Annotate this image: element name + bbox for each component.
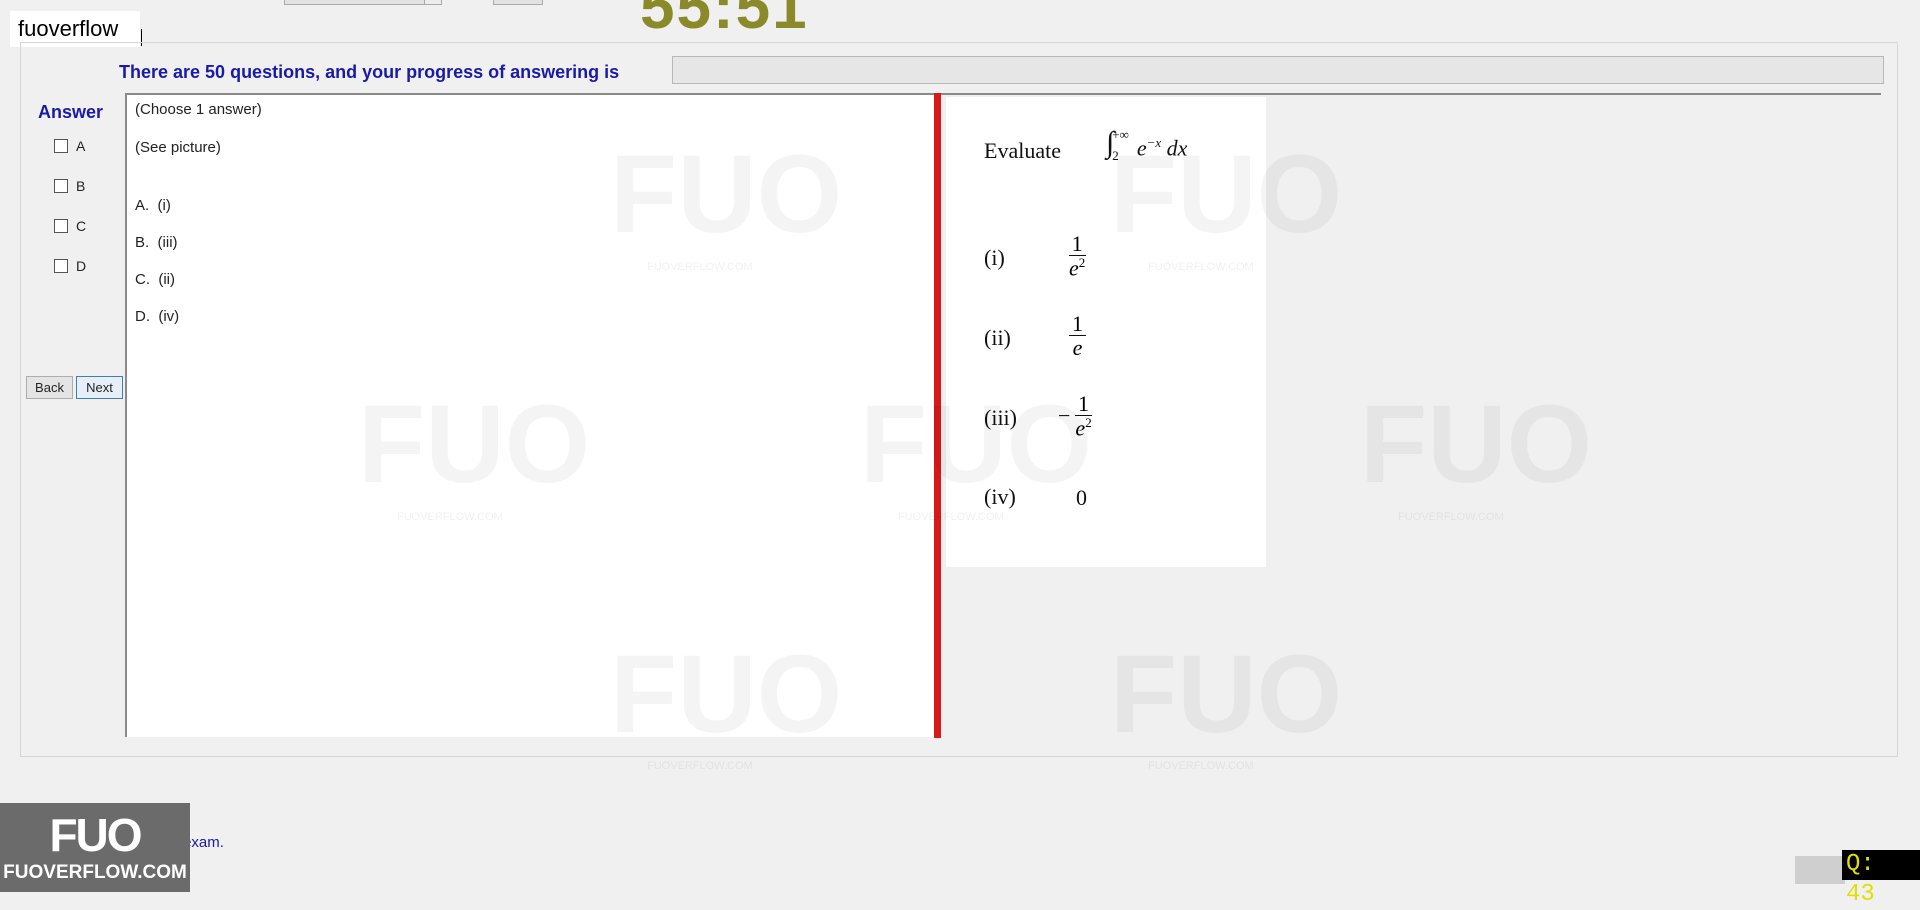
question-pane[interactable] [125, 93, 935, 737]
answer-option-label: A [76, 138, 86, 154]
choice-text: (iii) [157, 234, 178, 251]
integral-upper: +∞ [1112, 127, 1129, 142]
item-i-label: (i) [984, 245, 1005, 270]
choice-text: (i) [157, 197, 171, 214]
integral-lower: 2 [1112, 148, 1119, 163]
fraction-denominator: e [1075, 415, 1086, 441]
choice-d: D. (iv) [135, 308, 179, 325]
choice-a: A. (i) [135, 197, 171, 214]
choice-letter: C. [135, 271, 150, 288]
fraction-numerator: 1 [1069, 312, 1086, 337]
item-iv-label: (iv) [984, 484, 1016, 509]
logo-word: FUOVERFLOW.COM [3, 861, 187, 883]
pane-splitter[interactable] [934, 93, 941, 738]
dropdown-arrow-icon[interactable] [424, 0, 441, 4]
choice-text: (iv) [158, 308, 180, 325]
answer-option-label: D [76, 258, 87, 274]
fraction-numerator: 1 [1068, 232, 1086, 257]
answer-title: Answer [38, 102, 104, 122]
exam-timer: 55:51 [640, 0, 809, 42]
fraction-denominator: e [1072, 335, 1083, 361]
logo-mark: FUO [49, 808, 142, 861]
integrand-exponent: −x [1146, 135, 1162, 150]
item-iii-value: − 1 e2 [1058, 392, 1095, 440]
top-dropdown[interactable] [284, 0, 442, 5]
choice-b: B. (iii) [135, 234, 178, 251]
choice-letter: D. [135, 308, 150, 325]
watermark-url: FUOVERFLOW.COM [647, 760, 753, 772]
fraction-exponent: 2 [1085, 415, 1092, 431]
answer-option-c[interactable]: C [54, 218, 86, 234]
progress-label: There are 50 questions, and your progres… [119, 62, 620, 82]
item-ii-label: (ii) [984, 325, 1011, 350]
item-ii-value: 1e [1069, 312, 1086, 359]
item-iii-label: (iii) [984, 405, 1017, 430]
choice-letter: A. [135, 197, 150, 214]
minus-sign: − [1058, 402, 1071, 428]
choose-hint: (Choose 1 answer) [135, 101, 262, 118]
counter-background [1795, 856, 1845, 884]
answer-option-label: B [76, 178, 86, 194]
question-counter: Q: 43 [1842, 850, 1920, 908]
top-small-box[interactable] [493, 0, 543, 5]
integral-expression: ∫ +∞ 2 e−x dx [1106, 127, 1188, 163]
choice-text: (ii) [158, 271, 175, 288]
evaluate-text: Evaluate [984, 138, 1061, 163]
fraction-numerator: 1 [1075, 392, 1093, 417]
back-button[interactable]: Back [26, 376, 73, 399]
choice-letter: B. [135, 234, 150, 251]
answer-option-b[interactable]: B [54, 178, 85, 194]
see-picture-text: (See picture) [135, 139, 221, 156]
progress-bar [672, 56, 1884, 84]
fraction-exponent: 2 [1078, 255, 1086, 271]
choice-c: C. (ii) [135, 271, 175, 288]
checkbox-c[interactable] [54, 219, 68, 233]
fuoverflow-logo: FUO FUOVERFLOW.COM [0, 803, 190, 892]
watermark-url: FUOVERFLOW.COM [1148, 760, 1254, 772]
fraction-denominator: e [1069, 255, 1079, 281]
integrand-dx: dx [1166, 135, 1188, 161]
item-i-value: 1 e2 [1066, 232, 1088, 280]
answer-option-label: C [76, 218, 87, 234]
item-iv-value: 0 [1076, 485, 1087, 510]
checkbox-d[interactable] [54, 259, 68, 273]
integrand: e [1136, 135, 1147, 161]
answer-option-a[interactable]: A [54, 138, 85, 154]
answer-option-d[interactable]: D [54, 258, 86, 274]
checkbox-a[interactable] [54, 139, 68, 153]
next-button[interactable]: Next [76, 376, 123, 399]
checkbox-b[interactable] [54, 179, 68, 193]
